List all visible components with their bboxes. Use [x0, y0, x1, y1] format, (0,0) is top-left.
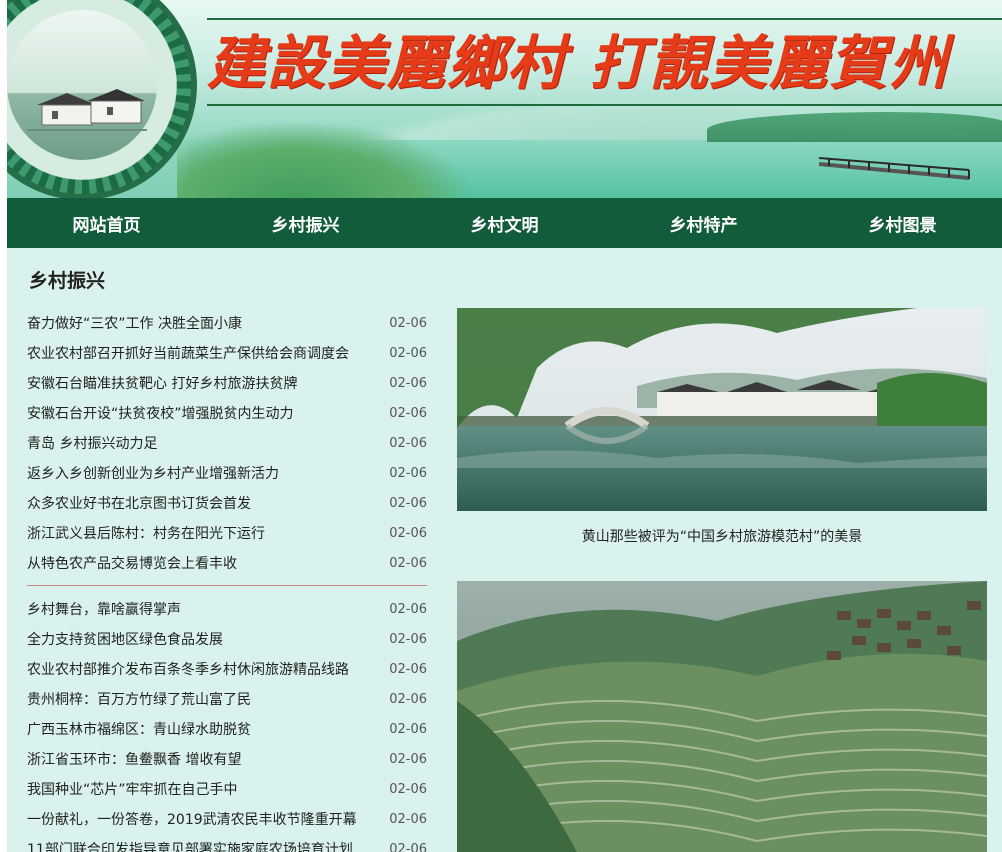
nav-rural-specialties[interactable]: 乡村特产 [604, 198, 803, 248]
news-item[interactable]: 贵州桐梓：百万方竹绿了荒山富了民 02-06 [27, 684, 427, 714]
news-title-link[interactable]: 返乡入乡创新创业为乡村产业增强新活力 [27, 463, 279, 483]
news-item[interactable]: 安徽石台开设“扶贫夜校”增强脱贫内生动力 02-06 [27, 398, 427, 428]
news-date: 02-06 [389, 661, 427, 677]
nav-rural-pictures[interactable]: 乡村图景 [803, 198, 1002, 248]
news-item[interactable]: 青岛 乡村振兴动力足 02-06 [27, 428, 427, 458]
news-title-link[interactable]: 乡村舞台，靠啥赢得掌声 [27, 599, 181, 619]
news-title-link[interactable]: 农业农村部召开抓好当前蔬菜生产保供给会商调度会 [27, 343, 349, 363]
news-date: 02-06 [389, 345, 427, 361]
news-date: 02-06 [389, 691, 427, 707]
rice-terraces-photo[interactable] [457, 581, 987, 852]
news-date: 02-06 [389, 631, 427, 647]
news-date: 02-06 [389, 781, 427, 797]
news-title-link[interactable]: 浙江武义县后陈村：村务在阳光下运行 [27, 523, 265, 543]
news-date: 02-06 [389, 405, 427, 421]
news-group-2: 乡村舞台，靠啥赢得掌声 02-06 全力支持贫困地区绿色食品发展 02-06 农业农村部… [27, 594, 427, 852]
news-title-link[interactable]: 安徽石台瞄准扶贫靶心 打好乡村旅游扶贫牌 [27, 373, 297, 393]
banner-slogan: 建設美麗鄉村 打靚美麗賀州 [207, 29, 950, 97]
news-item[interactable]: 全力支持贫困地区绿色食品发展 02-06 [27, 624, 427, 654]
news-title-link[interactable]: 贵州桐梓：百万方竹绿了荒山富了民 [27, 689, 251, 709]
news-date: 02-06 [389, 601, 427, 617]
news-date: 02-06 [389, 435, 427, 451]
news-group-1: 奋力做好“三农”工作 决胜全面小康 02-06 农业农村部召开抓好当前蔬菜生产保供给… [27, 308, 427, 578]
news-title-link[interactable]: 安徽石台开设“扶贫夜校”增强脱贫内生动力 [27, 403, 294, 423]
news-item[interactable]: 我国种业“芯片”牢牢抓在自己手中 02-06 [27, 774, 427, 804]
news-item[interactable]: 众多农业好书在北京图书订货会首发 02-06 [27, 488, 427, 518]
news-list: 奋力做好“三农”工作 决胜全面小康 02-06 农业农村部召开抓好当前蔬菜生产保供给… [27, 308, 427, 852]
banner-village-painting [27, 89, 147, 131]
news-title-link[interactable]: 一份献礼，一份答卷，2019武清农民丰收节隆重开幕 [27, 809, 357, 829]
news-item[interactable]: 浙江省玉环市：鱼鲞飘香 增收有望 02-06 [27, 744, 427, 774]
nav-rural-revitalization[interactable]: 乡村振兴 [206, 198, 405, 248]
news-item[interactable]: 乡村舞台，靠啥赢得掌声 02-06 [27, 594, 427, 624]
news-item[interactable]: 返乡入乡创新创业为乡村产业增强新活力 02-06 [27, 458, 427, 488]
banner-hill [177, 120, 477, 198]
news-date: 02-06 [389, 375, 427, 391]
news-title-link[interactable]: 奋力做好“三农”工作 决胜全面小康 [27, 313, 242, 333]
news-date: 02-06 [389, 721, 427, 737]
banner-rule-top [207, 18, 1002, 20]
banner-bridge [819, 157, 970, 180]
main-nav: 网站首页 乡村振兴 乡村文明 乡村特产 乡村图景 [7, 198, 1002, 248]
nav-rural-civilization[interactable]: 乡村文明 [405, 198, 604, 248]
news-date: 02-06 [389, 315, 427, 331]
page: 建設美麗鄉村 打靚美麗賀州 网站首页 乡村振兴 乡村文明 乡村特产 乡村图景 乡… [7, 0, 1002, 852]
news-title-link[interactable]: 广西玉林市福绵区：青山绿水助脱贫 [27, 719, 251, 739]
news-date: 02-06 [389, 811, 427, 827]
news-date: 02-06 [389, 495, 427, 511]
news-item[interactable]: 广西玉林市福绵区：青山绿水助脱贫 02-06 [27, 714, 427, 744]
news-item[interactable]: 农业农村部召开抓好当前蔬菜生产保供给会商调度会 02-06 [27, 338, 427, 368]
village-lake-photo[interactable] [457, 308, 987, 511]
news-item[interactable]: 11部门联合印发指导意见部署实施家庭农场培育计划 02-06 [27, 834, 427, 852]
news-date: 02-06 [389, 525, 427, 541]
header-banner: 建設美麗鄉村 打靚美麗賀州 [7, 0, 1002, 198]
news-item[interactable]: 奋力做好“三农”工作 决胜全面小康 02-06 [27, 308, 427, 338]
news-item[interactable]: 一份献礼，一份答卷，2019武清农民丰收节隆重开幕 02-06 [27, 804, 427, 834]
news-date: 02-06 [389, 841, 427, 852]
section-title: 乡村振兴 [29, 270, 106, 292]
nav-home[interactable]: 网站首页 [7, 198, 206, 248]
news-title-link[interactable]: 全力支持贫困地区绿色食品发展 [27, 629, 223, 649]
news-date: 02-06 [389, 465, 427, 481]
banner-rule-bottom [207, 104, 1002, 106]
photo-caption: 黄山那些被评为“中国乡村旅游模范村”的美景 [581, 529, 863, 545]
news-title-link[interactable]: 11部门联合印发指导意见部署实施家庭农场培育计划 [27, 839, 353, 852]
news-item[interactable]: 从特色农产品交易博览会上看丰收 02-06 [27, 548, 427, 578]
news-date: 02-06 [389, 751, 427, 767]
news-item[interactable]: 农业农村部推介发布百条冬季乡村休闲旅游精品线路 02-06 [27, 654, 427, 684]
news-title-link[interactable]: 浙江省玉环市：鱼鲞飘香 增收有望 [27, 749, 241, 769]
news-item[interactable]: 安徽石台瞄准扶贫靶心 打好乡村旅游扶贫牌 02-06 [27, 368, 427, 398]
news-title-link[interactable]: 我国种业“芯片”牢牢抓在自己手中 [27, 779, 238, 799]
news-divider [27, 585, 427, 586]
news-item[interactable]: 浙江武义县后陈村：村务在阳光下运行 02-06 [27, 518, 427, 548]
news-title-link[interactable]: 从特色农产品交易博览会上看丰收 [27, 553, 237, 573]
news-date: 02-06 [389, 555, 427, 571]
news-title-link[interactable]: 青岛 乡村振兴动力足 [27, 433, 157, 453]
news-title-link[interactable]: 众多农业好书在北京图书订货会首发 [27, 493, 251, 513]
news-title-link[interactable]: 农业农村部推介发布百条冬季乡村休闲旅游精品线路 [27, 659, 349, 679]
